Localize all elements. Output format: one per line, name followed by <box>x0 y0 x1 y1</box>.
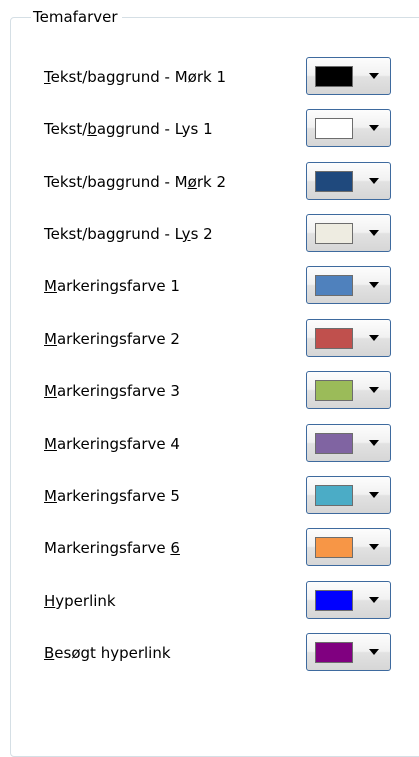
label-besogt-hyperlink: Besøgt hyperlink <box>44 644 171 662</box>
label-markeringsfarve-3: Markeringsfarve 3 <box>44 382 180 400</box>
dropdown-arrow-icon <box>369 282 379 288</box>
color-swatch <box>315 66 353 87</box>
label-markeringsfarve-5: Markeringsfarve 5 <box>44 487 180 505</box>
label-markeringsfarve-2: Markeringsfarve 2 <box>44 330 180 348</box>
label-markeringsfarve-6: Markeringsfarve 6 <box>44 539 180 557</box>
color-swatch <box>315 171 353 192</box>
label-markeringsfarve-1: Markeringsfarve 1 <box>44 277 180 295</box>
color-swatch <box>315 642 353 663</box>
dropdown-arrow-icon <box>369 125 379 131</box>
dropdown-arrow-icon <box>369 230 379 236</box>
dropdown-arrow-icon <box>369 492 379 498</box>
dropdown-arrow-icon <box>369 597 379 603</box>
color-swatch <box>315 590 353 611</box>
color-picker-tekst-baggrund-mork-2[interactable] <box>306 162 391 200</box>
color-swatch <box>315 380 353 401</box>
dropdown-arrow-icon <box>369 649 379 655</box>
color-picker-tekst-baggrund-lys-2[interactable] <box>306 214 391 252</box>
color-picker-markeringsfarve-5[interactable] <box>306 476 391 514</box>
label-tekst-baggrund-mork-1: Tekst/baggrund - Mørk 1 <box>44 68 226 86</box>
color-picker-markeringsfarve-4[interactable] <box>306 424 391 462</box>
dropdown-arrow-icon <box>369 387 379 393</box>
label-tekst-baggrund-mork-2: Tekst/baggrund - Mørk 2 <box>44 173 226 191</box>
color-swatch <box>315 118 353 139</box>
color-picker-tekst-baggrund-lys-1[interactable] <box>306 109 391 147</box>
color-picker-besogt-hyperlink[interactable] <box>306 633 391 671</box>
color-swatch <box>315 485 353 506</box>
color-picker-tekst-baggrund-mork-1[interactable] <box>306 57 391 95</box>
label-hyperlink: Hyperlink <box>44 592 116 610</box>
label-tekst-baggrund-lys-1: Tekst/baggrund - Lys 1 <box>44 120 213 138</box>
label-tekst-baggrund-lys-2: Tekst/baggrund - Lys 2 <box>44 225 213 243</box>
color-picker-markeringsfarve-1[interactable] <box>306 266 391 304</box>
dropdown-arrow-icon <box>369 440 379 446</box>
dropdown-arrow-icon <box>369 73 379 79</box>
color-swatch <box>315 223 353 244</box>
color-swatch <box>315 537 353 558</box>
color-swatch <box>315 328 353 349</box>
group-title: Temafarver <box>31 7 122 27</box>
color-picker-markeringsfarve-2[interactable] <box>306 319 391 357</box>
dropdown-arrow-icon <box>369 544 379 550</box>
dropdown-arrow-icon <box>369 335 379 341</box>
color-picker-markeringsfarve-6[interactable] <box>306 528 391 566</box>
color-swatch <box>315 433 353 454</box>
dropdown-arrow-icon <box>369 178 379 184</box>
label-markeringsfarve-4: Markeringsfarve 4 <box>44 435 180 453</box>
color-swatch <box>315 275 353 296</box>
color-picker-hyperlink[interactable] <box>306 581 391 619</box>
color-picker-markeringsfarve-3[interactable] <box>306 371 391 409</box>
